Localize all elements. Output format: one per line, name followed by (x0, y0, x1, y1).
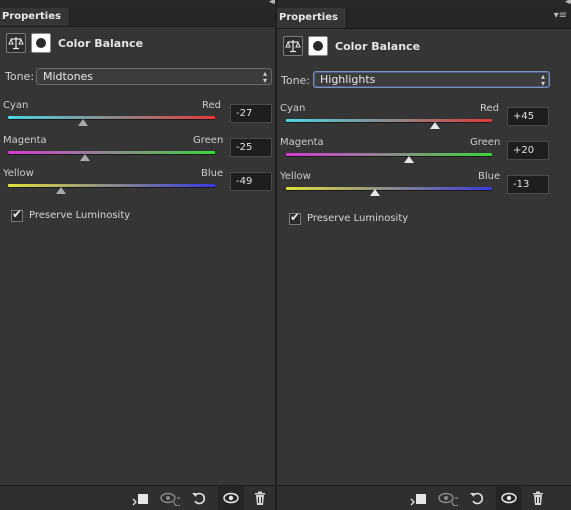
tab-properties[interactable]: Properties (0, 8, 70, 26)
yellow-blue-value-field[interactable]: -49 (230, 172, 272, 191)
eye-icon[interactable] (496, 486, 522, 510)
magenta-green-slider-track[interactable] (286, 153, 492, 156)
properties-panel-midtones: ◂◂ Properties Color Balance Tone: Midton… (0, 0, 276, 510)
panel-footer (0, 485, 275, 510)
cyan-red-value-field[interactable]: -27 (230, 104, 272, 123)
preserve-luminosity-checkbox[interactable]: ✔ (289, 210, 301, 225)
slider-green-label: Green (470, 137, 501, 148)
balance-scale-icon[interactable] (6, 33, 26, 53)
panel-menu-icon[interactable]: ▾≡ (554, 10, 567, 21)
collapse-bar[interactable]: ◂◂ (277, 0, 571, 8)
tone-label: Tone: (5, 70, 35, 83)
preserve-luminosity-checkbox[interactable]: ✔ (11, 207, 23, 222)
mask-circle (313, 41, 323, 51)
slider-magenta-label: Magenta (3, 135, 47, 146)
trash-icon[interactable] (530, 490, 546, 506)
mask-icon[interactable] (308, 36, 328, 56)
tone-select-value: Midtones (43, 70, 94, 83)
panel-footer (277, 485, 571, 510)
slider-magenta-label: Magenta (280, 137, 324, 148)
preserve-luminosity-label: Preserve Luminosity (29, 210, 131, 221)
magenta-green-slider-thumb[interactable] (404, 156, 414, 163)
view-previous-state-icon[interactable] (438, 490, 458, 506)
magenta-green-value-field[interactable]: +20 (507, 141, 549, 160)
tone-select[interactable]: Highlights ▴ ▾ (313, 71, 550, 88)
tab-strip: Properties (0, 8, 275, 27)
adjustment-title: Color Balance (335, 40, 421, 53)
cyan-red-value-field[interactable]: +45 (507, 107, 549, 126)
adjustment-header: Color Balance (0, 30, 275, 58)
yellow-blue-slider-thumb[interactable] (370, 189, 380, 196)
tone-select-value: Highlights (320, 73, 376, 86)
adjustment-title: Color Balance (58, 37, 144, 50)
select-arrows-icon: ▴ ▾ (540, 72, 545, 88)
clip-to-layer-icon[interactable] (131, 490, 148, 506)
magenta-green-value-field[interactable]: -25 (230, 138, 272, 157)
magenta-green-slider-track[interactable] (8, 151, 215, 154)
cyan-red-slider-thumb[interactable] (430, 122, 440, 129)
cyan-red-slider-thumb[interactable] (78, 119, 88, 126)
double-chevron-left-icon[interactable]: ◂◂ (269, 0, 275, 7)
magenta-green-slider-thumb[interactable] (80, 154, 90, 161)
checkmark-icon: ✔ (12, 207, 23, 221)
tone-select[interactable]: Midtones ▴ ▾ (36, 68, 272, 85)
slider-blue-label: Blue (478, 171, 501, 182)
yellow-blue-slider-track[interactable] (8, 184, 215, 187)
yellow-blue-slider-track[interactable] (286, 187, 492, 190)
tab-properties[interactable]: Properties (277, 8, 347, 28)
yellow-blue-slider-thumb[interactable] (56, 187, 66, 194)
properties-panel-highlights: ◂◂ Properties ▾≡ Color Balance Tone: Hig… (277, 0, 571, 510)
reset-icon[interactable] (191, 490, 207, 506)
balance-scale-icon[interactable] (283, 36, 303, 56)
slider-red-label: Red (202, 100, 221, 111)
adjustment-header: Color Balance (277, 33, 571, 61)
slider-red-label: Red (480, 103, 499, 114)
view-previous-state-icon[interactable] (160, 490, 180, 506)
slider-cyan-label: Cyan (3, 100, 29, 111)
checkmark-icon: ✔ (290, 210, 301, 224)
cyan-red-slider-track[interactable] (286, 119, 492, 122)
trash-icon[interactable] (252, 490, 268, 506)
tone-label: Tone: (281, 74, 311, 87)
mask-circle (36, 38, 46, 48)
slider-yellow-label: Yellow (280, 171, 311, 182)
tab-strip: Properties ▾≡ (277, 8, 571, 29)
clip-to-layer-icon[interactable] (409, 490, 426, 506)
slider-cyan-label: Cyan (280, 103, 306, 114)
slider-green-label: Green (193, 135, 224, 146)
collapse-bar[interactable]: ◂◂ (0, 0, 275, 8)
reset-icon[interactable] (469, 490, 485, 506)
mask-icon[interactable] (31, 33, 51, 53)
eye-icon[interactable] (218, 486, 244, 510)
yellow-blue-value-field[interactable]: -13 (507, 175, 549, 194)
select-arrows-icon: ▴ ▾ (262, 69, 267, 85)
cyan-red-slider-track[interactable] (8, 116, 215, 119)
double-chevron-left-icon[interactable]: ◂◂ (565, 0, 571, 7)
slider-blue-label: Blue (201, 168, 224, 179)
slider-yellow-label: Yellow (3, 168, 34, 179)
preserve-luminosity-label: Preserve Luminosity (307, 213, 409, 224)
